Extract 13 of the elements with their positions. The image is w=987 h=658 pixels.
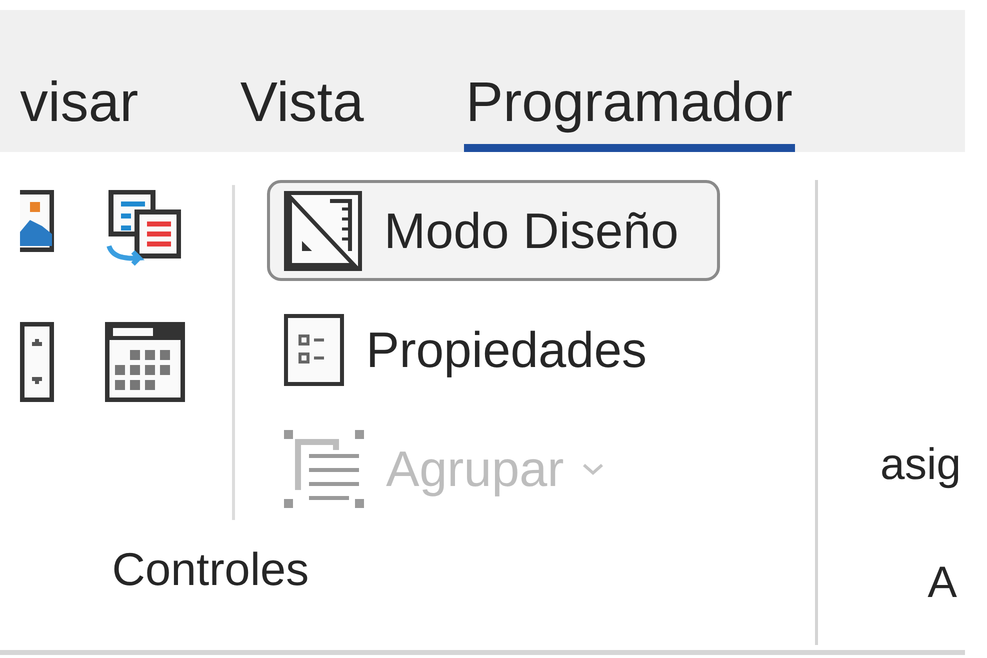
design-mode-button[interactable]: Modo Diseño (267, 180, 720, 282)
properties-button[interactable]: Propiedades (267, 299, 688, 401)
picture-control-icon[interactable] (20, 190, 54, 252)
group-label: Controles (111, 542, 310, 596)
properties-icon (284, 314, 344, 386)
spinner-icon[interactable] (20, 322, 54, 402)
group-label: A (928, 558, 957, 608)
button-label: asig (880, 440, 961, 490)
ribbon-tab[interactable]: Vista (238, 74, 366, 152)
ribbon-tab[interactable]: Programador (464, 74, 795, 152)
ribbon-tab[interactable]: visar (18, 74, 140, 152)
group-icon (284, 430, 364, 508)
calendar-icon[interactable] (105, 322, 185, 402)
